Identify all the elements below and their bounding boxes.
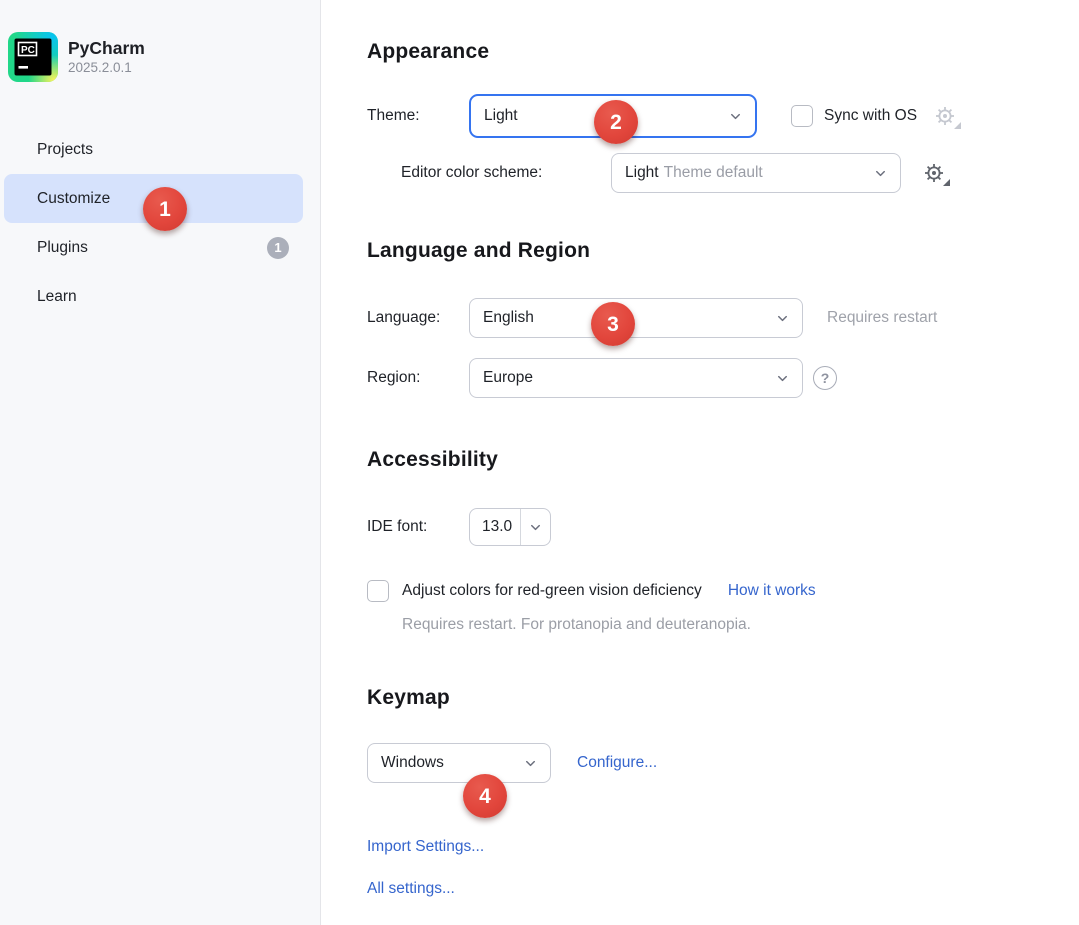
sync-with-os-label: Sync with OS	[824, 107, 917, 125]
scheme-value: Light	[625, 164, 659, 182]
chevron-down-icon	[775, 311, 790, 326]
keymap-select[interactable]: Windows 4	[367, 743, 551, 783]
gear-icon	[933, 104, 957, 128]
brand: PC PyCharm 2025.2.0.1	[8, 32, 320, 87]
ide-font-combobox[interactable]: 13.0	[469, 508, 551, 546]
sync-with-os-checkbox[interactable]	[791, 105, 813, 127]
adjust-colors-checkbox[interactable]	[367, 580, 389, 602]
chevron-down-icon	[775, 371, 790, 386]
gear-icon	[922, 161, 946, 185]
region-value: Europe	[483, 369, 775, 387]
customize-panel: Appearance Theme: Light 2 Sync with OS E…	[321, 0, 1079, 925]
scheme-value-suffix: Theme default	[664, 164, 763, 182]
region-select[interactable]: Europe	[469, 358, 803, 398]
pycharm-logo-icon: PC	[8, 32, 58, 87]
sidebar-item-label: Learn	[37, 272, 77, 321]
ide-font-label: IDE font:	[367, 518, 469, 536]
ide-font-value: 13.0	[470, 509, 520, 545]
sync-settings-gear-button[interactable]	[933, 104, 957, 128]
sidebar-item-customize[interactable]: Customize 1	[4, 174, 303, 223]
all-settings-link[interactable]: All settings...	[367, 880, 455, 898]
language-select[interactable]: English 3	[469, 298, 803, 338]
sidebar-menu: Projects Customize 1 Plugins 1 Learn	[0, 125, 320, 321]
keymap-value: Windows	[381, 754, 523, 772]
chevron-down-icon	[873, 166, 888, 181]
adjust-colors-note: Requires restart. For protanopia and deu…	[402, 616, 1079, 634]
ide-font-dropdown-button[interactable]	[520, 509, 550, 545]
configure-link[interactable]: Configure...	[577, 754, 657, 772]
product-name: PyCharm	[68, 37, 145, 59]
product-version: 2025.2.0.1	[68, 59, 145, 77]
chevron-down-icon	[523, 756, 538, 771]
appearance-heading: Appearance	[367, 40, 1079, 64]
sidebar-item-label: Customize	[37, 174, 110, 223]
language-region-heading: Language and Region	[367, 239, 1079, 263]
keymap-heading: Keymap	[367, 686, 1079, 710]
sidebar-item-label: Plugins	[37, 223, 88, 272]
region-label: Region:	[367, 369, 469, 387]
language-label: Language:	[367, 309, 469, 327]
import-settings-link[interactable]: Import Settings...	[367, 838, 484, 856]
region-help-icon[interactable]: ?	[813, 366, 837, 390]
adjust-colors-label: Adjust colors for red-green vision defic…	[402, 582, 702, 600]
theme-select[interactable]: Light 2	[469, 94, 757, 138]
accessibility-heading: Accessibility	[367, 448, 1079, 472]
editor-color-scheme-label: Editor color scheme:	[401, 164, 591, 182]
language-restart-note: Requires restart	[827, 309, 937, 327]
sidebar: PC PyCharm 2025.2.0.1 Projects Customize…	[0, 0, 321, 925]
chevron-down-icon	[728, 109, 743, 124]
plugins-count-badge: 1	[267, 237, 289, 259]
sidebar-item-label: Projects	[37, 125, 93, 174]
annotation-step-4: 4	[463, 774, 507, 818]
editor-color-scheme-select[interactable]: Light Theme default	[611, 153, 901, 193]
how-it-works-link[interactable]: How it works	[728, 582, 816, 600]
scheme-settings-gear-button[interactable]	[922, 161, 946, 185]
sidebar-item-projects[interactable]: Projects	[4, 125, 303, 174]
annotation-step-3: 3	[591, 302, 635, 346]
annotation-step-2: 2	[594, 100, 638, 144]
svg-text:PC: PC	[21, 45, 35, 56]
annotation-step-1: 1	[143, 187, 187, 231]
sidebar-item-learn[interactable]: Learn	[4, 272, 303, 321]
chevron-down-icon	[528, 520, 543, 535]
theme-label: Theme:	[367, 107, 469, 125]
sidebar-item-plugins[interactable]: Plugins 1	[4, 223, 303, 272]
